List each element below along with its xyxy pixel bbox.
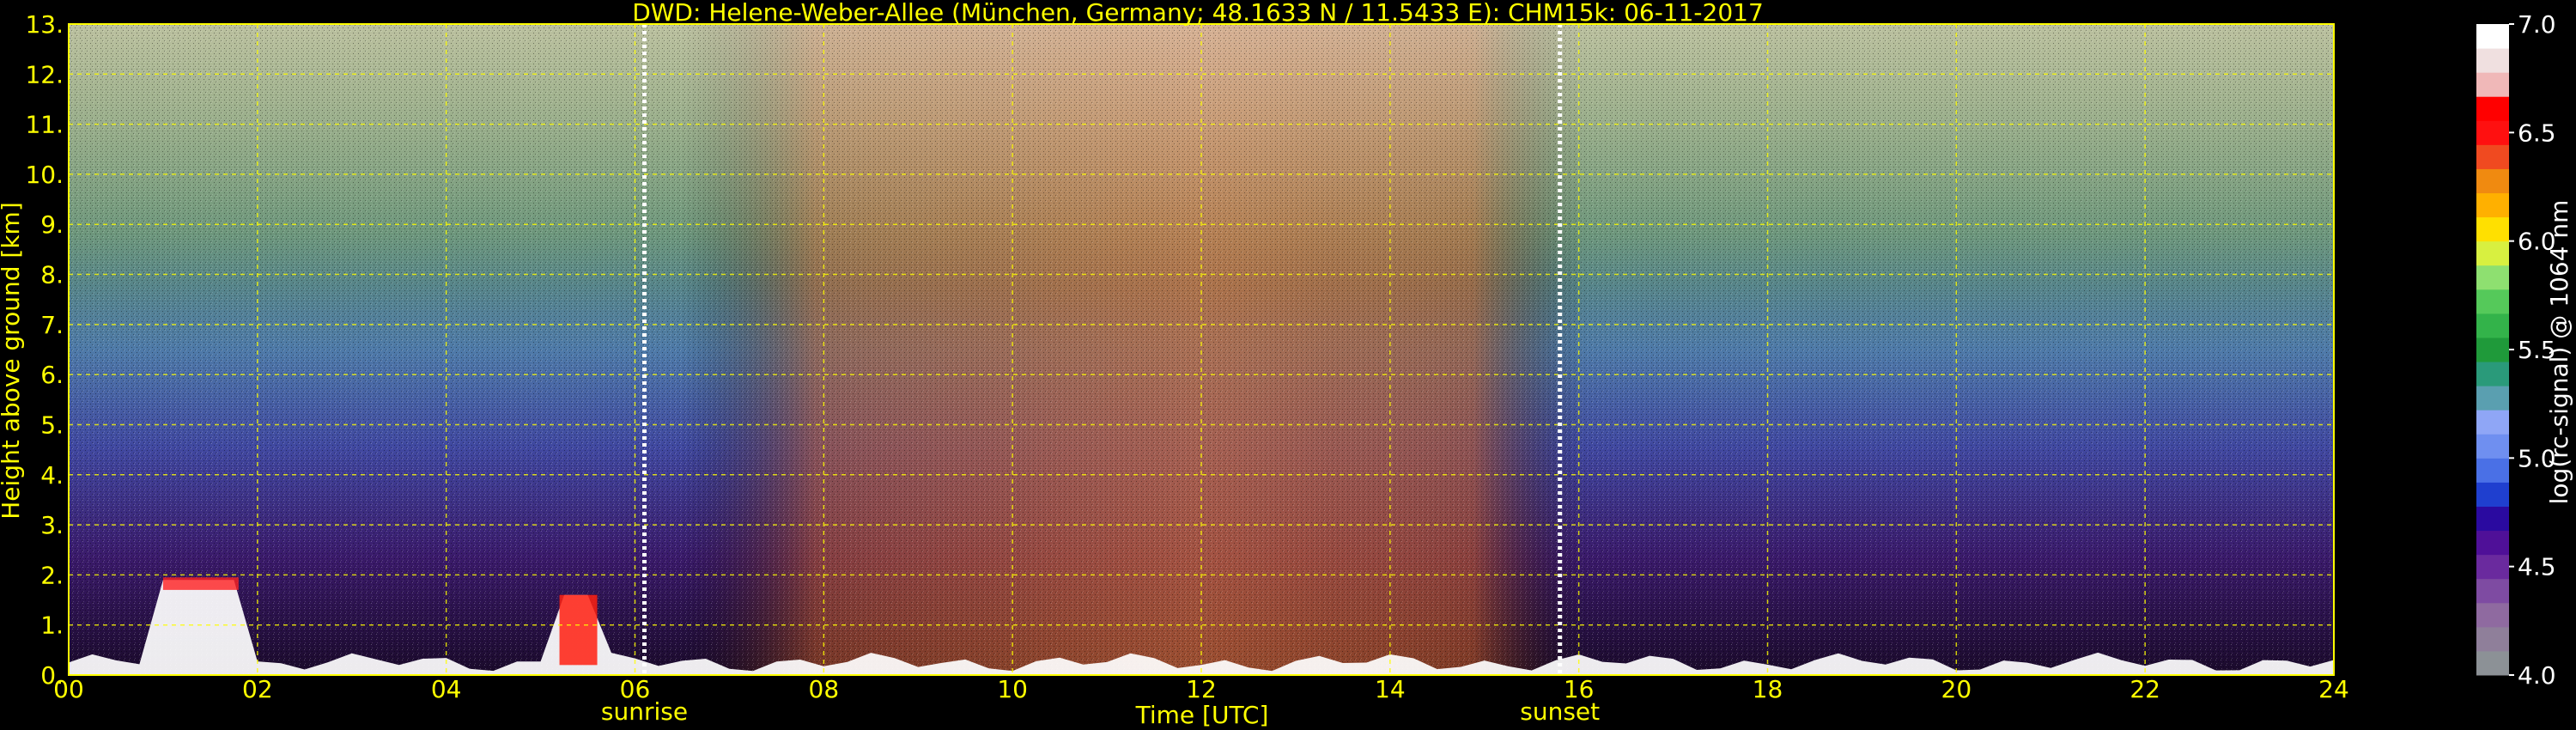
y-tick-label: 10.	[25, 161, 64, 189]
x-tick-label: 18	[1753, 675, 1783, 703]
colorbar-swatch	[2476, 506, 2509, 532]
colorbar-swatch	[2476, 144, 2509, 169]
x-tick-label: 04	[431, 675, 462, 703]
x-tick-label: 12	[1186, 675, 1217, 703]
colorbar-swatch	[2476, 120, 2509, 145]
plot-area	[68, 23, 2335, 676]
x-tick-label: 08	[809, 675, 840, 703]
colorbar-swatch	[2476, 362, 2509, 386]
y-tick-label: 2.	[40, 561, 64, 589]
y-tick-label: 3.	[40, 511, 64, 539]
x-tick-label: 20	[1941, 675, 1972, 703]
colorbar-swatch	[2476, 626, 2509, 652]
colorbar-tick-label: 4.5	[2518, 553, 2556, 581]
y-axis-ticks: 0.1.2.3.4.5.6.7.8.9.10.11.12.13.	[25, 10, 64, 690]
y-tick-label: 5.	[40, 411, 64, 439]
colorbar-swatch	[2476, 24, 2509, 49]
colorbar-swatch	[2476, 554, 2509, 580]
colorbar-tick-label: 6.5	[2518, 119, 2556, 147]
y-tick-label: 11.	[25, 111, 64, 139]
sunset-label: sunset	[1520, 697, 1600, 726]
x-axis-label: Time [UTC]	[1135, 701, 1269, 729]
colorbar-label: log(rc-signal) @ 1064 nm	[2545, 200, 2573, 505]
ceilometer-chart: 0.1.2.3.4.5.6.7.8.9.10.11.12.13. 00 02 04 0…	[0, 0, 2573, 729]
sun-marker-labels: sunrise sunset	[601, 697, 1600, 726]
colorbar-swatch	[2476, 337, 2509, 362]
colorbar: 4.04.55.05.56.06.57.0	[2476, 10, 2556, 690]
colorbar-swatch	[2476, 410, 2509, 435]
colorbar-swatch	[2476, 313, 2509, 338]
cloud-edge	[162, 577, 239, 590]
colorbar-swatch	[2476, 192, 2509, 218]
y-tick-label: 1.	[40, 611, 64, 640]
y-tick-label: 8.	[40, 261, 64, 289]
y-axis-label: Height above ground [km]	[0, 202, 25, 520]
x-tick-label: 14	[1375, 675, 1406, 703]
colorbar-swatch	[2476, 434, 2509, 459]
colorbar-swatch	[2476, 216, 2509, 242]
chart-title: DWD: Helene-Weber-Allee (München, German…	[632, 0, 1764, 27]
cloud-block	[559, 594, 598, 666]
x-tick-label: 10	[997, 675, 1028, 703]
colorbar-swatch	[2476, 482, 2509, 507]
colorbar-swatch	[2476, 72, 2509, 97]
colorbar-swatch	[2476, 168, 2509, 194]
y-tick-label: 6.	[40, 361, 64, 389]
colorbar-tick-label: 7.0	[2518, 10, 2556, 39]
sunrise-label: sunrise	[601, 697, 688, 726]
x-tick-label: 24	[2318, 675, 2349, 703]
colorbar-swatch	[2476, 240, 2509, 266]
colorbar-swatch	[2476, 602, 2509, 628]
y-tick-label: 12.	[25, 60, 64, 88]
colorbar-tick-label: 4.0	[2518, 661, 2556, 690]
x-tick-label: 02	[242, 675, 273, 703]
x-axis-ticks: 00 02 04 06 08 10 12 14 16 18 20 22 24	[53, 675, 2349, 703]
colorbar-swatch	[2476, 458, 2509, 483]
colorbar-swatch	[2476, 289, 2509, 314]
y-tick-label: 13.	[25, 10, 64, 39]
colorbar-swatch	[2476, 48, 2509, 73]
x-tick-label: 22	[2129, 675, 2160, 703]
colorbar-swatch	[2476, 265, 2509, 290]
y-tick-label: 4.	[40, 461, 64, 490]
colorbar-swatch	[2476, 578, 2509, 604]
colorbar-swatch	[2476, 386, 2509, 411]
colorbar-swatch	[2476, 96, 2509, 121]
y-tick-label: 9.	[40, 210, 64, 239]
colorbar-swatch	[2476, 530, 2509, 556]
colorbar-swatch	[2476, 650, 2509, 676]
y-tick-label: 7.	[40, 311, 64, 339]
x-tick-label: 00	[53, 675, 84, 703]
